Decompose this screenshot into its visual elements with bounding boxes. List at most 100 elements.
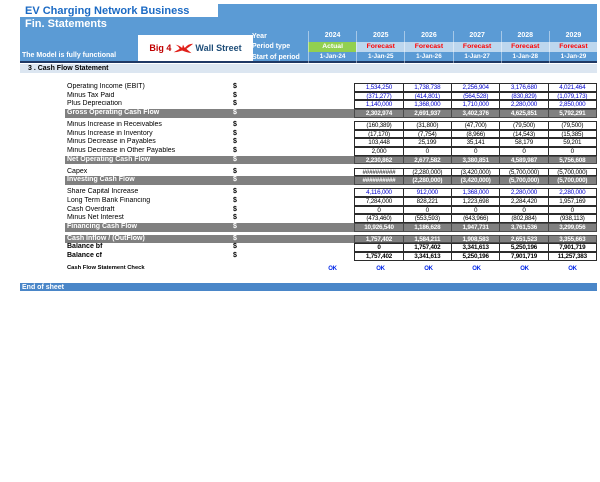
value-cell[interactable]: 5,792,291 [548, 109, 597, 118]
value-cell[interactable]: 1,534,250 [354, 83, 403, 92]
header-cell[interactable]: Forecast [501, 42, 549, 53]
value-cell[interactable]: (3,420,000) [451, 168, 500, 177]
value-cell[interactable]: (17,170) [354, 130, 403, 139]
value-cell[interactable]: 1,757,402 [354, 252, 403, 261]
header-cell[interactable]: 1-Jan-28 [501, 52, 549, 63]
value-cell[interactable]: (473,460) [354, 214, 403, 223]
header-cell[interactable]: 2029 [549, 31, 597, 42]
value-cell[interactable]: 103,448 [354, 138, 403, 147]
header-cell[interactable]: 1-Jan-27 [453, 52, 501, 63]
value-cell[interactable]: 2,302,974 [354, 109, 403, 118]
value-cell[interactable]: 59,201 [548, 138, 597, 147]
value-cell[interactable]: 3,299,056 [548, 223, 597, 232]
value-cell[interactable]: ########## [354, 168, 403, 177]
value-cell[interactable]: 2,691,937 [403, 109, 452, 118]
value-cell[interactable]: (5,700,000) [499, 176, 548, 185]
value-cell[interactable]: 5,250,196 [499, 243, 548, 252]
value-cell[interactable]: 1,908,583 [451, 235, 500, 244]
value-cell[interactable]: 1,738,738 [403, 83, 452, 92]
value-cell[interactable]: 0 [451, 147, 500, 156]
value-cell[interactable]: 2,256,904 [451, 83, 500, 92]
value-cell[interactable]: (79,500) [499, 121, 548, 130]
value-cell[interactable]: (5,700,000) [499, 168, 548, 177]
value-cell[interactable]: (5,700,000) [548, 176, 597, 185]
value-cell[interactable]: 3,380,851 [451, 156, 500, 165]
value-cell[interactable]: 1,140,000 [354, 100, 403, 109]
value-cell[interactable]: (5,700,000) [548, 168, 597, 177]
value-cell[interactable]: 1,223,698 [451, 197, 500, 206]
value-cell[interactable]: (564,528) [451, 92, 500, 101]
value-cell[interactable]: 1,710,000 [451, 100, 500, 109]
value-cell[interactable]: (371,277) [354, 92, 403, 101]
value-cell[interactable]: 5,250,196 [451, 252, 500, 261]
value-cell[interactable]: 0 [548, 206, 597, 215]
header-cell[interactable]: 2025 [356, 31, 404, 42]
value-cell[interactable]: 2,280,000 [499, 100, 548, 109]
header-cell[interactable]: Forecast [356, 42, 404, 53]
value-cell[interactable]: 1,757,402 [354, 235, 403, 244]
value-cell[interactable]: 1,947,731 [451, 223, 500, 232]
value-cell[interactable]: 58,179 [499, 138, 548, 147]
value-cell[interactable]: 7,901,719 [548, 243, 597, 252]
value-cell[interactable]: ########## [354, 176, 403, 185]
value-cell[interactable]: (31,800) [403, 121, 452, 130]
value-cell[interactable]: 2,280,000 [548, 188, 597, 197]
header-cell[interactable]: 1-Jan-24 [308, 52, 356, 63]
value-cell[interactable]: 3,176,680 [499, 83, 548, 92]
value-cell[interactable]: 11,257,383 [548, 252, 597, 261]
header-cell[interactable]: 2026 [404, 31, 452, 42]
value-cell[interactable]: (79,500) [548, 121, 597, 130]
value-cell[interactable]: 0 [354, 243, 403, 252]
value-cell[interactable]: 1,584,211 [403, 235, 452, 244]
value-cell[interactable]: 4,021,464 [548, 83, 597, 92]
value-cell[interactable]: (643,966) [451, 214, 500, 223]
value-cell[interactable]: 1,186,628 [403, 223, 452, 232]
value-cell[interactable]: 828,221 [403, 197, 452, 206]
value-cell[interactable]: (553,593) [403, 214, 452, 223]
value-cell[interactable]: 25,199 [403, 138, 452, 147]
value-cell[interactable]: 3,341,613 [403, 252, 452, 261]
value-cell[interactable]: 5,756,608 [548, 156, 597, 165]
value-cell[interactable]: 4,625,851 [499, 109, 548, 118]
value-cell[interactable]: 35,141 [451, 138, 500, 147]
value-cell[interactable]: 2,230,862 [354, 156, 403, 165]
value-cell[interactable]: 4,589,987 [499, 156, 548, 165]
header-cell[interactable]: 1-Jan-25 [356, 52, 404, 63]
value-cell[interactable]: 1,957,169 [548, 197, 597, 206]
header-cell[interactable]: 1-Jan-26 [404, 52, 452, 63]
value-cell[interactable]: 2,850,000 [548, 100, 597, 109]
header-cell[interactable]: 2028 [501, 31, 549, 42]
header-cell[interactable]: 2027 [453, 31, 501, 42]
value-cell[interactable]: 2,677,582 [403, 156, 452, 165]
value-cell[interactable]: 3,761,536 [499, 223, 548, 232]
header-cell[interactable]: Forecast [549, 42, 597, 53]
value-cell[interactable]: 912,000 [403, 188, 452, 197]
header-cell[interactable]: Forecast [404, 42, 452, 53]
value-cell[interactable]: (830,829) [499, 92, 548, 101]
value-cell[interactable]: 2,651,523 [499, 235, 548, 244]
value-cell[interactable]: 7,284,000 [354, 197, 403, 206]
value-cell[interactable]: 0 [451, 206, 500, 215]
header-cell[interactable]: Forecast [453, 42, 501, 53]
value-cell[interactable]: 1,368,000 [403, 100, 452, 109]
header-cell[interactable]: 2024 [308, 31, 356, 42]
value-cell[interactable]: 3,402,376 [451, 109, 500, 118]
value-cell[interactable]: (802,884) [499, 214, 548, 223]
value-cell[interactable]: (2,280,000) [403, 168, 452, 177]
value-cell[interactable]: 2,284,420 [499, 197, 548, 206]
header-cell[interactable]: Actual [308, 42, 356, 53]
value-cell[interactable]: (414,801) [403, 92, 452, 101]
value-cell[interactable]: 0 [354, 206, 403, 215]
value-cell[interactable]: 1,368,000 [451, 188, 500, 197]
value-cell[interactable]: 2,280,000 [499, 188, 548, 197]
value-cell[interactable]: (8,966) [451, 130, 500, 139]
value-cell[interactable]: 0 [548, 147, 597, 156]
value-cell[interactable]: 2,000 [354, 147, 403, 156]
value-cell[interactable]: (14,543) [499, 130, 548, 139]
value-cell[interactable]: (2,280,000) [403, 176, 452, 185]
value-cell[interactable]: 3,355,663 [548, 235, 597, 244]
value-cell[interactable]: 0 [499, 206, 548, 215]
value-cell[interactable]: 4,116,000 [354, 188, 403, 197]
value-cell[interactable]: 0 [499, 147, 548, 156]
value-cell[interactable]: (7,754) [403, 130, 452, 139]
